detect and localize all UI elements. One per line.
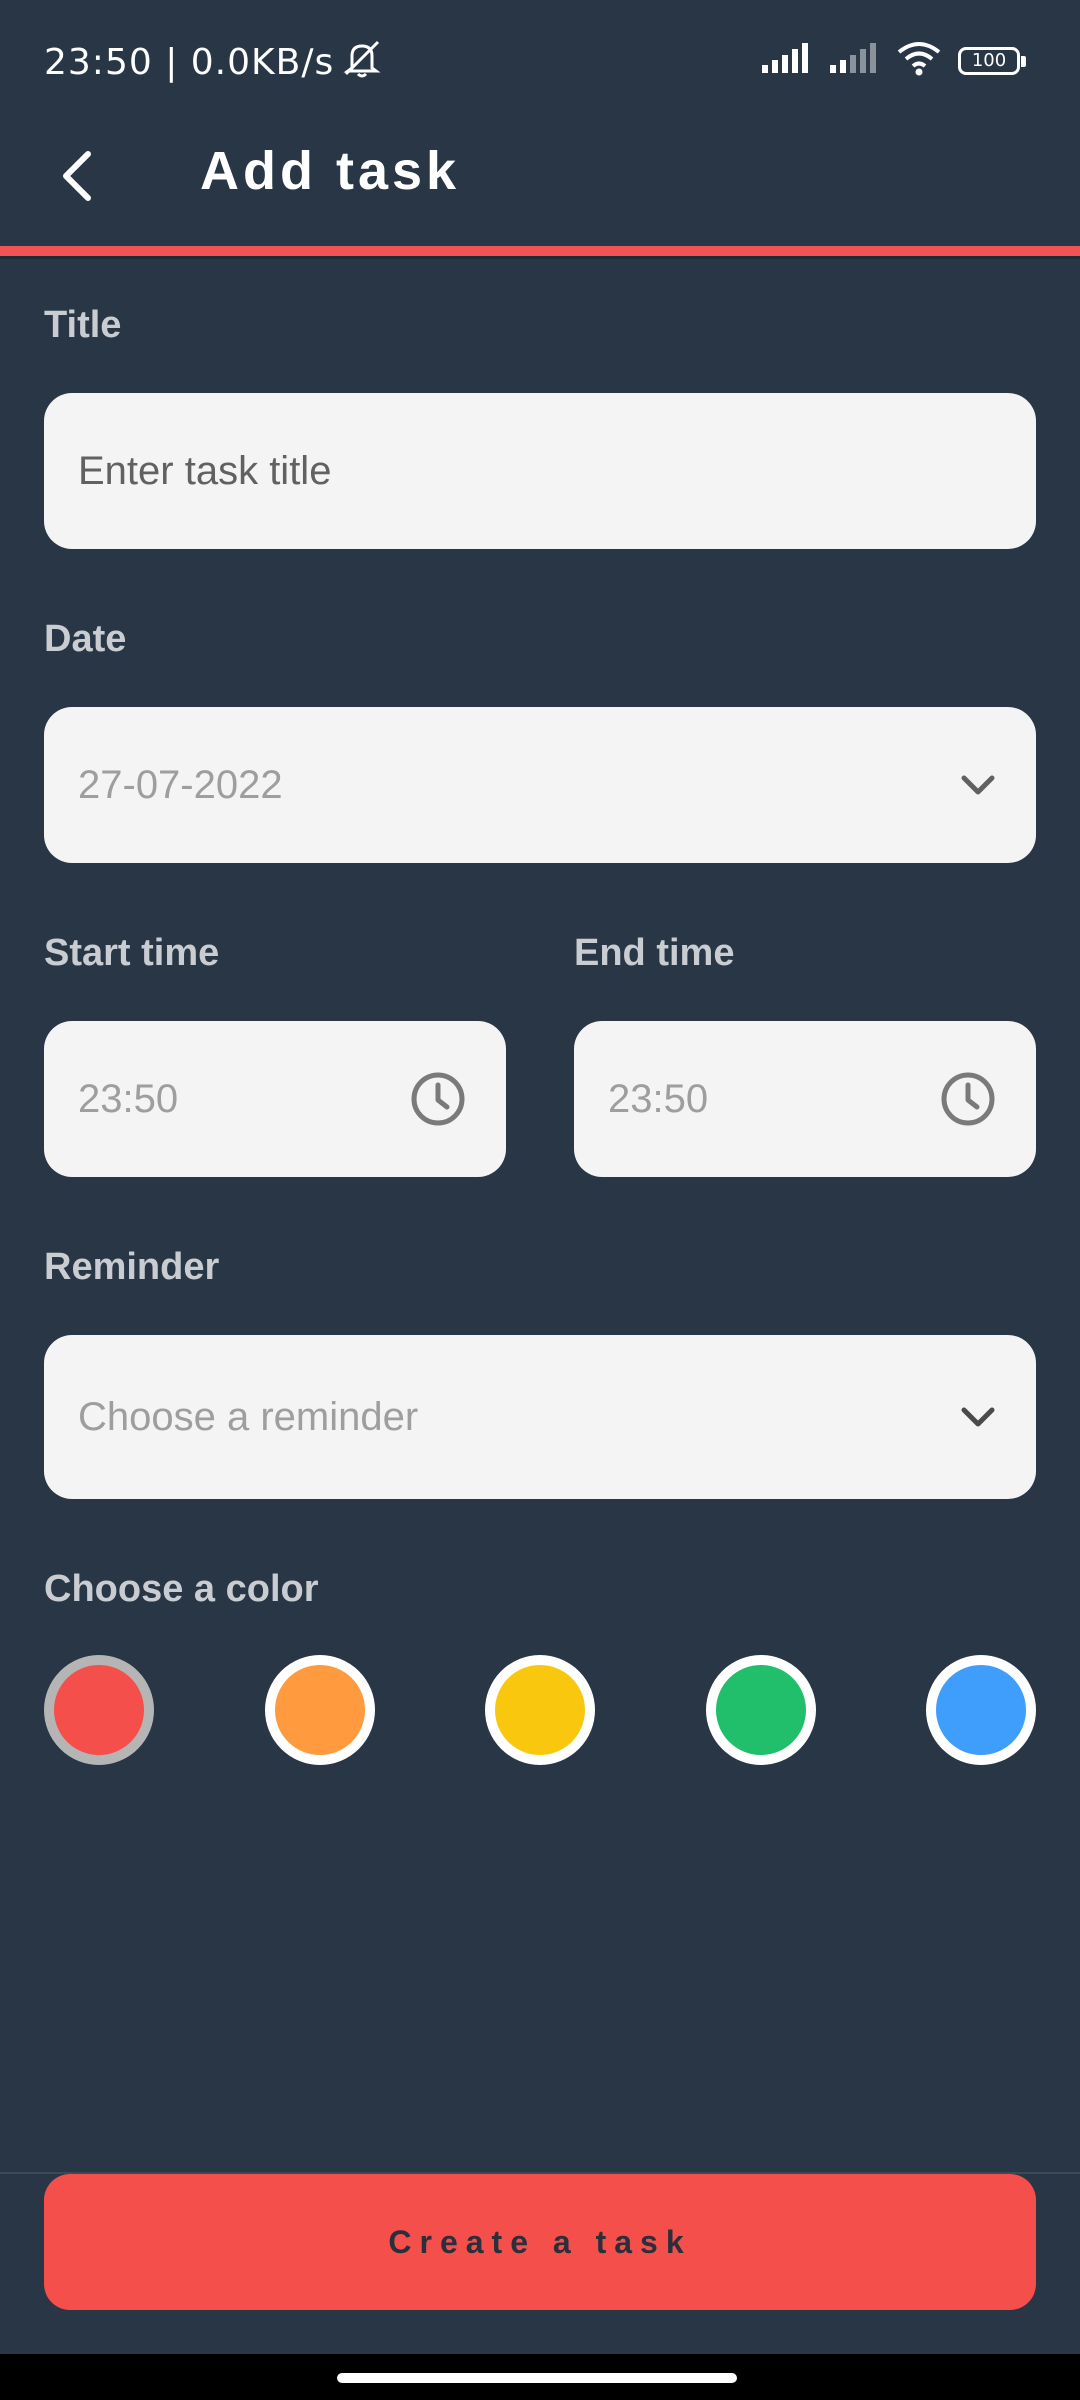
reminder-label: Reminder — [44, 1246, 220, 1288]
date-label: Date — [44, 618, 127, 660]
battery-level: 100 — [971, 50, 1007, 71]
home-indicator[interactable] — [337, 2373, 737, 2383]
date-value: 27-07-2022 — [78, 762, 283, 807]
date-field[interactable]: 27-07-2022 — [44, 707, 1036, 863]
create-task-button[interactable]: Create a task — [44, 2174, 1036, 2310]
bell-muted-icon — [340, 38, 384, 87]
clock-icon[interactable] — [410, 1071, 466, 1127]
signal-icon — [760, 41, 812, 80]
title-input-placeholder: Enter task title — [78, 448, 332, 493]
page-title: Add task — [200, 141, 461, 201]
chevron-down-icon — [960, 1405, 996, 1429]
accent-divider — [0, 246, 1080, 256]
battery-icon: 100 — [958, 46, 1026, 75]
end-time-label: End time — [574, 932, 735, 974]
status-time-speed: 23:50 | 0.0KB/s — [44, 42, 335, 83]
create-task-label: Create a task — [388, 2223, 692, 2260]
color-swatch-yellow[interactable] — [485, 1655, 595, 1765]
color-swatch-blue[interactable] — [926, 1655, 1036, 1765]
status-right: 100 — [760, 40, 1026, 81]
add-task-screen: 23:50 | 0.0KB/s 100 Add task Title Enter… — [0, 0, 1080, 2400]
reminder-placeholder: Choose a reminder — [78, 1394, 419, 1439]
start-time-label: Start time — [44, 932, 220, 974]
back-button[interactable] — [52, 142, 102, 214]
wifi-icon — [896, 40, 942, 81]
color-swatch-green[interactable] — [706, 1655, 816, 1765]
accent-divider-shadow — [0, 256, 1080, 259]
app-bar: Add task — [0, 120, 1080, 246]
chevron-down-icon — [960, 773, 996, 797]
status-bar: 23:50 | 0.0KB/s 100 — [0, 0, 1080, 120]
reminder-select[interactable]: Choose a reminder — [44, 1335, 1036, 1499]
start-time-field[interactable]: 23:50 — [44, 1021, 506, 1177]
color-swatch-red[interactable] — [44, 1655, 154, 1765]
color-swatch-orange[interactable] — [265, 1655, 375, 1765]
end-time-value: 23:50 — [608, 1076, 709, 1121]
signal-icon — [828, 41, 880, 80]
title-label: Title — [44, 304, 122, 346]
color-label: Choose a color — [44, 1568, 319, 1610]
status-left: 23:50 | 0.0KB/s — [44, 38, 384, 87]
chevron-left-icon — [60, 150, 94, 207]
title-input[interactable]: Enter task title — [44, 393, 1036, 549]
start-time-value: 23:50 — [78, 1076, 179, 1121]
end-time-field[interactable]: 23:50 — [574, 1021, 1036, 1177]
clock-icon[interactable] — [940, 1071, 996, 1127]
